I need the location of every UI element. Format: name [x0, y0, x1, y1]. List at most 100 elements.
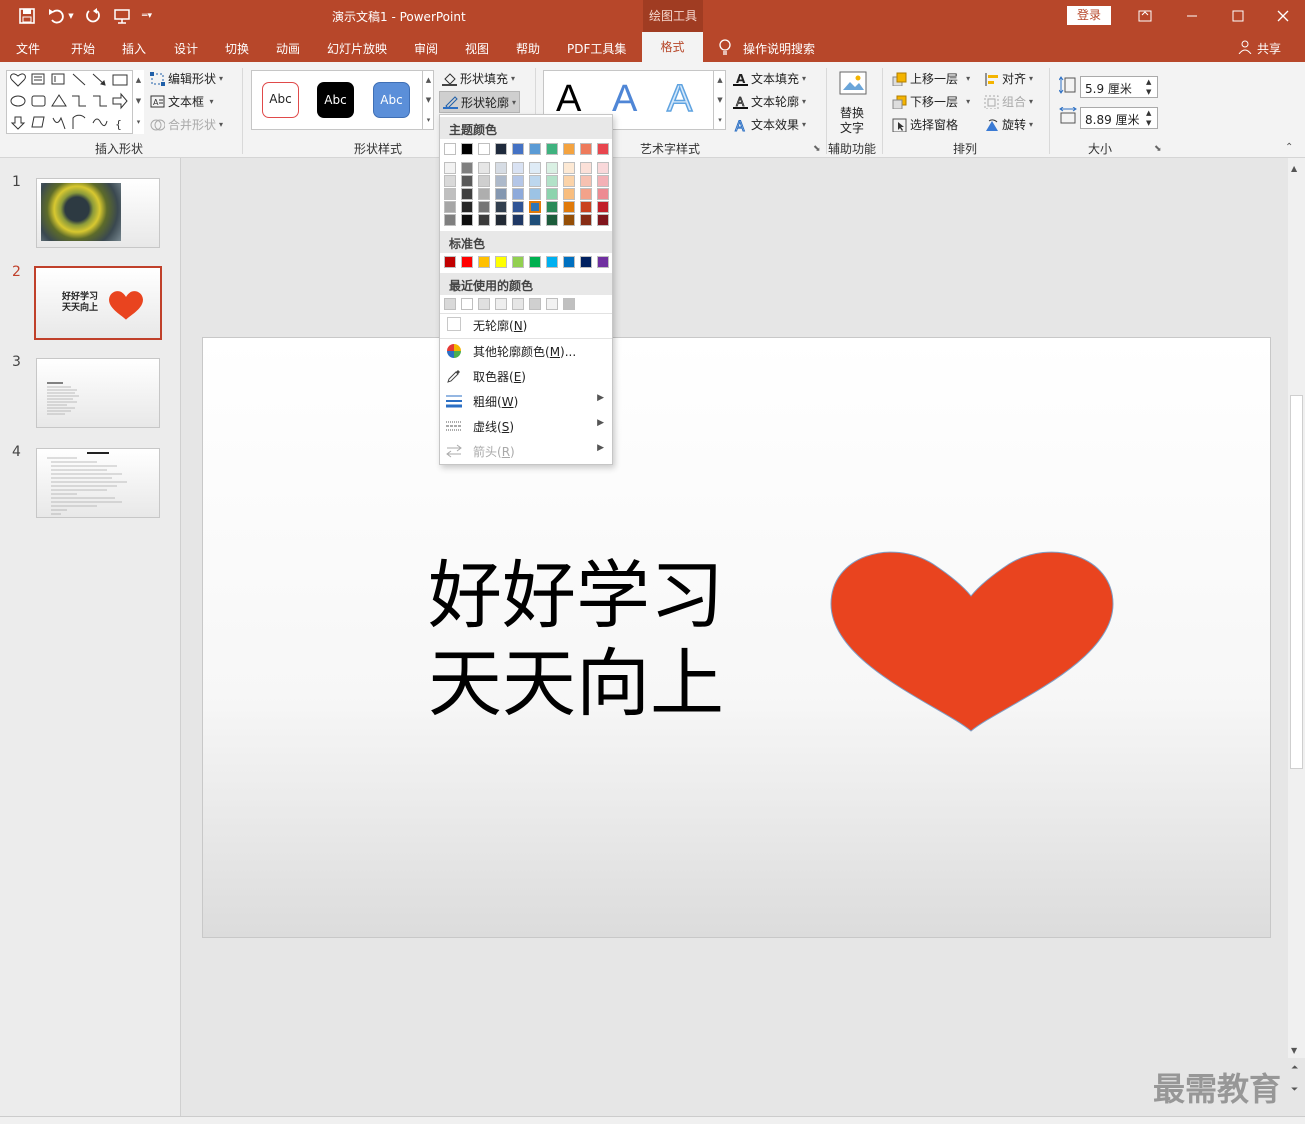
start-from-beginning-icon[interactable] — [112, 6, 134, 26]
recent-color-swatch[interactable] — [512, 298, 524, 310]
theme-color-swatch[interactable] — [580, 143, 592, 155]
theme-color-shade-swatch[interactable] — [563, 201, 575, 213]
theme-color-swatch[interactable] — [461, 143, 473, 155]
theme-color-shade-swatch[interactable] — [546, 162, 558, 174]
share-button[interactable]: 共享 — [1257, 40, 1281, 57]
theme-color-shade-swatch[interactable] — [512, 162, 524, 174]
login-button[interactable]: 登录 — [1067, 6, 1111, 25]
minimize-icon[interactable] — [1181, 6, 1203, 26]
standard-color-swatch[interactable] — [580, 256, 592, 268]
theme-color-shade-swatch[interactable] — [478, 188, 490, 200]
theme-color-shade-swatch[interactable] — [580, 175, 592, 187]
theme-color-swatch[interactable] — [478, 143, 490, 155]
tab-format[interactable]: 格式 — [642, 32, 703, 62]
tab-pdf-tools[interactable]: PDF工具集 — [567, 40, 626, 57]
theme-color-shade-swatch[interactable] — [478, 214, 490, 226]
vertical-scrollbar[interactable]: ▲ ▼ — [1288, 158, 1305, 1058]
slide-thumbnail-4[interactable] — [36, 448, 160, 518]
close-icon[interactable] — [1272, 6, 1294, 26]
height-spinner-icon[interactable]: ▲ ▼ — [1146, 77, 1151, 97]
standard-color-swatch[interactable] — [495, 256, 507, 268]
theme-color-shade-swatch[interactable] — [597, 188, 609, 200]
theme-color-swatch[interactable] — [529, 143, 541, 155]
group-button[interactable]: 组合 ▾ — [984, 93, 1033, 110]
dashes-item[interactable]: 虚线(S) ▶ — [440, 413, 612, 438]
theme-color-shade-swatch[interactable] — [478, 162, 490, 174]
theme-color-shade-swatch[interactable] — [512, 214, 524, 226]
tab-insert[interactable]: 插入 — [122, 40, 146, 57]
standard-color-swatch[interactable] — [529, 256, 541, 268]
size-dialog-launcher-icon[interactable]: ⬊ — [1154, 144, 1162, 154]
no-outline-item[interactable]: 无轮廓(N) — [440, 312, 612, 337]
recent-color-swatch[interactable] — [529, 298, 541, 310]
theme-color-swatch[interactable] — [546, 143, 558, 155]
slide-thumbnail-2[interactable]: 好好学习 天天向上 — [34, 266, 162, 340]
recent-color-swatch[interactable] — [546, 298, 558, 310]
theme-color-swatch[interactable] — [495, 143, 507, 155]
rotate-button[interactable]: 旋转 ▾ — [984, 116, 1033, 133]
wordart-blue[interactable]: A — [612, 78, 637, 121]
theme-color-shade-swatch[interactable] — [563, 188, 575, 200]
send-backward-button[interactable]: 下移一层 ▾ — [892, 93, 970, 110]
theme-color-shade-swatch[interactable] — [444, 188, 456, 200]
save-icon[interactable] — [16, 6, 38, 26]
theme-color-swatch[interactable] — [512, 143, 524, 155]
standard-color-swatch[interactable] — [546, 256, 558, 268]
recent-color-swatch[interactable] — [495, 298, 507, 310]
theme-color-shade-swatch[interactable] — [597, 201, 609, 213]
theme-color-shade-swatch[interactable] — [512, 188, 524, 200]
theme-color-shade-swatch[interactable] — [563, 162, 575, 174]
tab-review[interactable]: 审阅 — [414, 40, 438, 57]
theme-color-shade-swatch[interactable] — [580, 162, 592, 174]
theme-color-shade-swatch[interactable] — [546, 188, 558, 200]
theme-color-shade-swatch[interactable] — [461, 162, 473, 174]
theme-color-shade-swatch[interactable] — [580, 214, 592, 226]
theme-color-swatch[interactable] — [597, 143, 609, 155]
theme-color-shade-swatch[interactable] — [444, 162, 456, 174]
theme-color-shade-swatch[interactable] — [512, 201, 524, 213]
edit-shape-button[interactable]: 编辑形状 ▾ — [150, 70, 223, 87]
bring-forward-button[interactable]: 上移一层 ▾ — [892, 70, 970, 87]
alt-text-icon[interactable] — [838, 70, 868, 103]
tell-me-search[interactable]: 操作说明搜索 — [743, 40, 815, 57]
standard-color-swatch[interactable] — [597, 256, 609, 268]
tab-design[interactable]: 设计 — [174, 40, 198, 57]
shape-outline-button[interactable]: 形状轮廓 ▾ — [439, 91, 521, 113]
scroll-up-icon[interactable]: ▲ — [1291, 164, 1297, 173]
wordart-dialog-launcher-icon[interactable]: ⬊ — [813, 144, 821, 154]
alt-text-label-2[interactable]: 文字 — [840, 119, 864, 136]
theme-color-shade-swatch[interactable] — [529, 175, 541, 187]
slide-thumbnail-1[interactable] — [36, 178, 160, 248]
theme-color-swatch[interactable] — [563, 143, 575, 155]
theme-color-shade-swatch[interactable] — [580, 188, 592, 200]
collapse-ribbon-icon[interactable]: ⌃ — [1285, 142, 1293, 153]
shapes-gallery-scroll[interactable]: ▲ ▼ ▾ — [132, 70, 144, 134]
theme-color-shade-swatch[interactable] — [529, 201, 541, 213]
previous-slide-icon[interactable]: ⏶ — [1291, 1062, 1298, 1074]
theme-color-shade-swatch[interactable] — [495, 175, 507, 187]
align-button[interactable]: 对齐 ▾ — [984, 70, 1033, 87]
shapes-gallery[interactable]: { — [6, 70, 144, 134]
theme-color-shade-swatch[interactable] — [563, 214, 575, 226]
theme-color-shade-swatch[interactable] — [461, 188, 473, 200]
theme-color-shade-swatch[interactable] — [495, 162, 507, 174]
standard-color-swatch[interactable] — [461, 256, 473, 268]
wordart-outline[interactable]: A — [666, 77, 693, 121]
tab-home[interactable]: 开始 — [71, 40, 95, 57]
theme-color-shade-swatch[interactable] — [597, 162, 609, 174]
tab-view[interactable]: 视图 — [465, 40, 489, 57]
heart-shape[interactable] — [829, 546, 1115, 734]
theme-color-shade-swatch[interactable] — [495, 201, 507, 213]
theme-color-shade-swatch[interactable] — [597, 214, 609, 226]
tab-file[interactable]: 文件 — [16, 40, 40, 57]
slide-thumbnail-3[interactable] — [36, 358, 160, 428]
weight-item[interactable]: 粗细(W) ▶ — [440, 388, 612, 413]
theme-color-shade-swatch[interactable] — [444, 201, 456, 213]
scroll-thumb[interactable] — [1290, 395, 1303, 769]
shape-fill-button[interactable]: 形状填充 ▾ — [442, 70, 515, 87]
recent-color-swatch[interactable] — [563, 298, 575, 310]
theme-color-shade-swatch[interactable] — [580, 201, 592, 213]
shape-style-black[interactable]: Abc — [317, 82, 354, 118]
customize-toolbar-icon[interactable]: ═▾ — [140, 6, 154, 26]
shape-style-outline-red[interactable]: Abc — [262, 82, 299, 118]
